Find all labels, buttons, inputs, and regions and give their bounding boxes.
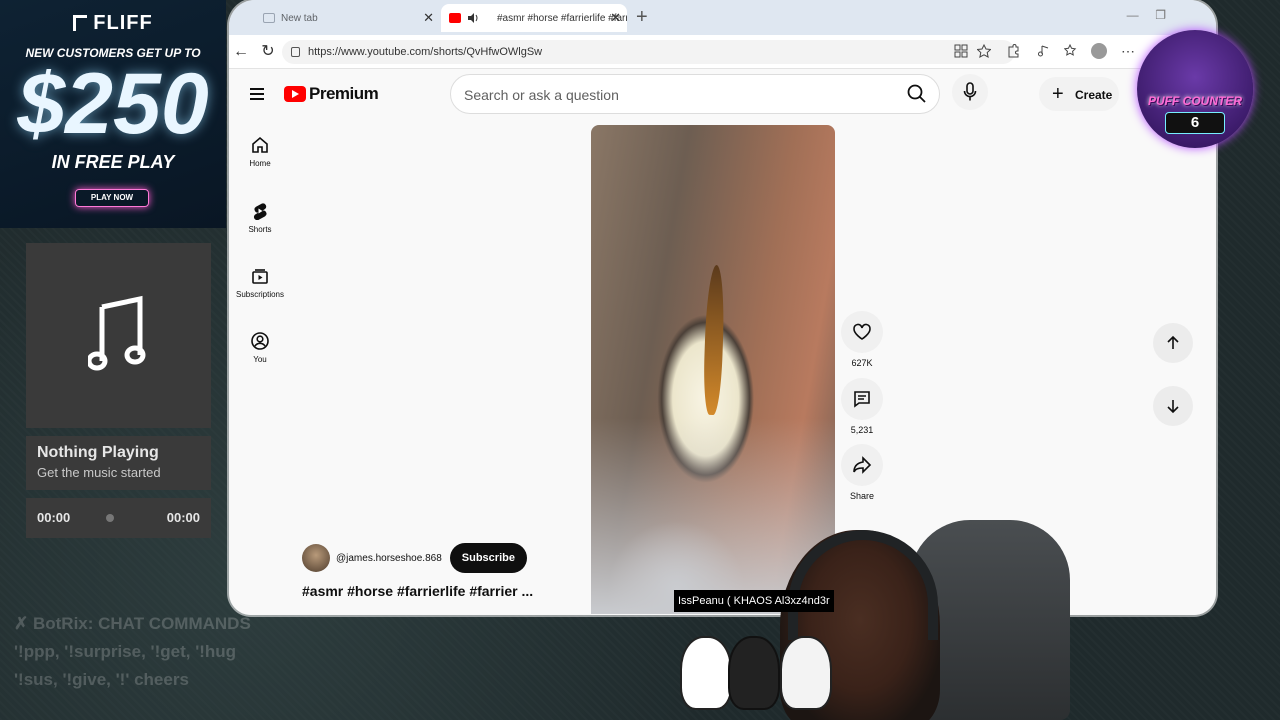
chat-line: '!sus, '!give, '!' cheers: [14, 670, 189, 689]
like-action[interactable]: 627K: [841, 311, 883, 368]
cat-mascot: [680, 636, 732, 710]
sidebar-item-label: Home: [249, 159, 271, 168]
search-placeholder: Search or ask a question: [464, 87, 619, 103]
share-action[interactable]: Share: [841, 444, 883, 501]
tab-strip: New tab ✕ #asmr #horse #farrierlife #far…: [229, 0, 1216, 35]
media-control-icon[interactable]: [1037, 44, 1051, 58]
sidebar-item-label: Shorts: [248, 225, 272, 234]
album-art: [26, 243, 211, 428]
new-tab-icon[interactable]: +: [636, 6, 648, 29]
close-icon[interactable]: ✕: [610, 10, 621, 26]
shorts-icon: [253, 203, 267, 220]
puff-counter-value: 6: [1165, 112, 1225, 134]
window-controls[interactable]: — ❐: [1127, 8, 1166, 22]
url-text[interactable]: https://www.youtube.com/shorts/QvHfwOWlg…: [308, 46, 542, 58]
create-button[interactable]: + Create: [1039, 77, 1119, 111]
voice-search-button[interactable]: [952, 74, 988, 110]
puff-counter-widget: PUFF COUNTER 6: [1133, 26, 1257, 152]
browser-toolbar: ← ↻ https://www.youtube.com/shorts/QvHfw…: [229, 35, 1216, 69]
share-button[interactable]: [841, 444, 883, 486]
comment-count: 5,231: [850, 425, 874, 435]
video-caption[interactable]: #asmr #horse #farrierlife #farrier ...: [302, 583, 533, 599]
ad-subline: IN FREE PLAY: [51, 152, 175, 172]
now-playing-info: Nothing Playing Get the music started: [26, 436, 211, 490]
apps-icon[interactable]: [954, 44, 968, 58]
menu-icon[interactable]: [250, 88, 264, 100]
fliff-ad-banner[interactable]: FLIFF NEW CUSTOMERS GET UP TO $250 IN FR…: [0, 0, 226, 228]
puff-counter-label: PUFF COUNTER: [1148, 94, 1242, 108]
playback-progress: 00:00 00:00: [26, 498, 211, 538]
chat-line: '!ppp, '!surprise, '!get, '!hug: [14, 642, 237, 661]
youtube-favicon-icon: [449, 13, 461, 23]
heart-icon: [853, 323, 871, 340]
chat-overlay: ✗ BotRix: CHAT COMMANDS '!ppp, '!surpris…: [14, 610, 654, 694]
cat-mascot: [780, 636, 832, 710]
play-now-button[interactable]: PLAY NOW: [75, 189, 149, 207]
comment-button[interactable]: [841, 378, 883, 420]
now-playing-title: Nothing Playing: [37, 444, 159, 461]
headset: [788, 530, 938, 640]
address-bar[interactable]: https://www.youtube.com/shorts/QvHfwOWlg…: [282, 40, 1015, 64]
now-playing-subtitle: Get the music started: [37, 465, 161, 480]
fliff-logo: FLIFF: [0, 12, 226, 35]
sidebar-item-home[interactable]: Home: [232, 136, 288, 168]
star-icon[interactable]: [977, 44, 991, 58]
subscribe-button[interactable]: Subscribe: [449, 543, 527, 573]
ad-amount: $250: [17, 56, 209, 152]
extensions-icon[interactable]: [1006, 44, 1020, 58]
speaker-icon[interactable]: [467, 12, 479, 24]
progress-dot: [106, 514, 114, 522]
like-count: 627K: [851, 358, 873, 368]
youtube-play-icon: [284, 86, 306, 102]
tab-new-tab[interactable]: New tab ✕: [257, 4, 440, 32]
search-input[interactable]: Search or ask a question: [450, 74, 940, 114]
page-icon: [263, 13, 275, 23]
sidebar-item-label: You: [253, 355, 267, 364]
youtube-premium-logo[interactable]: Premium: [284, 84, 379, 104]
lock-icon: [291, 47, 300, 57]
profile-avatar[interactable]: [1091, 43, 1107, 59]
time-current: 00:00: [37, 510, 71, 525]
channel-handle[interactable]: @james.horseshoe.868: [336, 553, 442, 564]
search-icon[interactable]: [903, 80, 931, 108]
subscriptions-icon: [252, 269, 268, 284]
back-arrow-icon[interactable]: ←: [231, 42, 251, 62]
share-label: Share: [849, 491, 875, 501]
like-button[interactable]: [841, 311, 883, 353]
plus-icon: +: [1052, 83, 1064, 105]
create-label: Create: [1075, 88, 1113, 102]
refresh-icon[interactable]: ↻: [258, 42, 278, 62]
sidebar-item-subscriptions[interactable]: Subscriptions: [232, 267, 288, 299]
microphone-icon: [963, 82, 977, 101]
comment-action[interactable]: 5,231: [841, 378, 883, 435]
sidebar-item-shorts[interactable]: Shorts: [232, 202, 288, 234]
channel-avatar[interactable]: [302, 544, 330, 572]
sidebar-item-label: Subscriptions: [235, 290, 285, 299]
time-total: 00:00: [166, 510, 200, 525]
music-note-icon: [88, 295, 146, 371]
favorites-icon[interactable]: [1064, 44, 1078, 58]
close-icon[interactable]: ✕: [423, 10, 434, 26]
next-short-button[interactable]: [1153, 386, 1193, 426]
home-icon: [252, 136, 268, 153]
comment-icon: [854, 391, 870, 408]
arrow-down-icon: [1167, 400, 1179, 414]
share-icon: [853, 456, 872, 474]
video-frame-detail: [702, 264, 726, 416]
tab-label: New tab: [281, 13, 318, 24]
arrow-up-icon: [1167, 335, 1179, 349]
logo-text: Premium: [309, 84, 379, 103]
previous-short-button[interactable]: [1153, 323, 1193, 363]
channel-info: @james.horseshoe.868 Subscribe: [302, 543, 527, 573]
cat-mascot: [728, 636, 780, 710]
viewer-names-bar: IssPeanu ( KHAOS Al3xz4nd3r: [674, 590, 834, 612]
tab-label: #asmr #horse #farrierlife #farr: [497, 13, 627, 24]
sidebar-item-you[interactable]: You: [232, 332, 288, 364]
tab-youtube-short[interactable]: #asmr #horse #farrierlife #farr ✕: [441, 4, 627, 32]
you-icon: [251, 332, 269, 350]
cat-mascots: [680, 630, 850, 710]
